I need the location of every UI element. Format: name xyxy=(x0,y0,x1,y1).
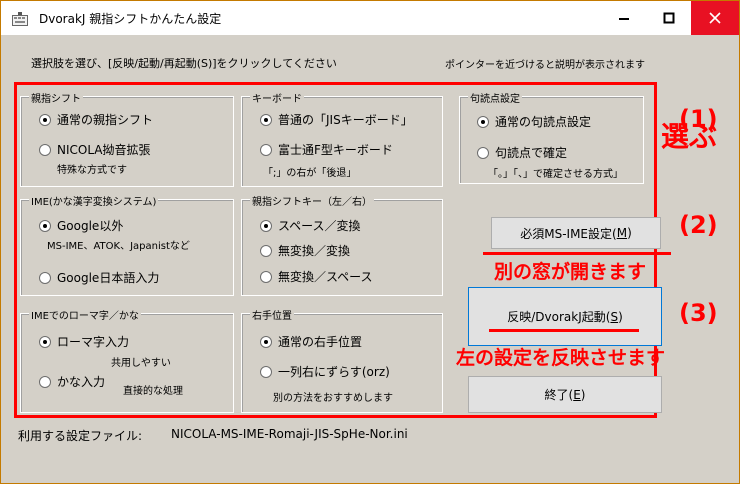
radio-label: 通常の句読点設定 xyxy=(495,115,592,129)
radio-label: 無変換／変換 xyxy=(278,244,351,258)
radio-unselected-icon xyxy=(477,146,489,159)
radio-label: NICOLA拗音拡張 xyxy=(57,143,151,157)
option-note: MS-IME、ATOK、Japanistなど xyxy=(47,241,190,252)
annotation-step2-text: 別の窓が開きます xyxy=(494,261,647,283)
radio-label: 無変換／スペース xyxy=(278,270,373,284)
radio-oyayubi-nicola[interactable]: NICOLA拗音拡張 xyxy=(39,141,151,158)
radio-kana-input[interactable]: かな入力 xyxy=(39,373,105,390)
button-label: 終了( xyxy=(544,388,574,402)
radio-right-hand-shift[interactable]: 一列右にずらす(orz) xyxy=(260,363,390,380)
button-label: 必須MS-IME設定( xyxy=(520,226,617,241)
radio-selected-icon xyxy=(477,115,489,128)
group-legend: IMEでのローマ字／かな xyxy=(29,307,141,322)
radio-selected-icon xyxy=(260,219,272,232)
radio-keyboard-fujitsu[interactable]: 富士通F型キーボード xyxy=(260,141,393,158)
button-label-tail: ) xyxy=(618,309,623,324)
radio-label: スペース／変換 xyxy=(278,219,361,233)
option-note: 別の方法をおすすめします xyxy=(273,393,393,404)
group-legend: 右手位置 xyxy=(250,307,294,322)
radio-label: 一列右にずらす(orz) xyxy=(278,365,390,379)
instruction-text: 選択肢を選び、[反映/起動/再起動(S)]をクリックしてください xyxy=(31,57,337,70)
radio-ime-google[interactable]: Google日本語入力 xyxy=(39,269,159,286)
radio-romaji-input[interactable]: ローマ字入力 xyxy=(39,333,129,350)
group-legend: IME(かな漢字変換システム) xyxy=(29,193,159,208)
close-icon xyxy=(709,12,721,24)
config-file-label: 利用する設定ファイル: xyxy=(18,429,143,443)
radio-unselected-icon xyxy=(260,244,272,257)
group-legend: キーボード xyxy=(250,90,304,105)
option-note: 「。」「、」で確定させる方式」 xyxy=(488,169,623,180)
radio-kutouten-normal[interactable]: 通常の句読点設定 xyxy=(477,113,591,130)
radio-unselected-icon xyxy=(39,271,51,284)
window-title: DvorakJ 親指シフトかんたん設定 xyxy=(39,12,222,26)
radio-label: ローマ字入力 xyxy=(57,335,130,349)
radio-unselected-icon xyxy=(39,375,51,388)
radio-unselected-icon xyxy=(260,143,272,156)
exit-button[interactable]: 終了(E) xyxy=(468,376,662,413)
annotation-step3-text: 左の設定を反映させます xyxy=(456,347,666,369)
apply-launch-button[interactable]: 反映/DvorakJ起動(S) xyxy=(468,287,662,346)
button-label-tail: ) xyxy=(627,226,632,240)
maximize-button[interactable] xyxy=(646,1,691,35)
radio-selected-icon xyxy=(39,219,51,232)
annotation-underline xyxy=(489,329,639,332)
radio-ime-other[interactable]: Google以外 xyxy=(39,217,123,234)
button-label: 反映/DvorakJ起動( xyxy=(507,310,611,324)
option-note: 「;」の右が「後退」 xyxy=(263,168,357,179)
annotation-underline xyxy=(483,252,671,255)
radio-selected-icon xyxy=(39,335,51,348)
radio-keyboard-jis[interactable]: 普通の「JISキーボード」 xyxy=(260,111,413,128)
radio-right-hand-normal[interactable]: 通常の右手位置 xyxy=(260,333,362,350)
radio-unselected-icon xyxy=(39,143,51,156)
hint-text: ポインターを近づけると説明が表示されます xyxy=(445,60,645,71)
radio-unselected-icon xyxy=(260,365,272,378)
button-mnemonic: M xyxy=(616,226,628,240)
radio-label: 普通の「JISキーボード」 xyxy=(278,113,413,127)
radio-selected-icon xyxy=(260,113,272,126)
button-label-tail: ) xyxy=(580,387,586,402)
radio-key-muhenkan-henkan[interactable]: 無変換／変換 xyxy=(260,242,350,259)
title-bar: DvorakJ 親指シフトかんたん設定 xyxy=(1,1,739,35)
group-legend: 親指シフト xyxy=(29,90,83,105)
app-icon xyxy=(12,11,28,26)
annotation-step1-text: 選ぶ xyxy=(661,120,718,153)
option-note: 特殊な方式です xyxy=(57,165,127,176)
ms-ime-settings-button[interactable]: 必須MS-IME設定(M) xyxy=(491,217,661,249)
group-legend: 句読点設定 xyxy=(468,90,522,105)
main-window: DvorakJ 親指シフトかんたん設定 選択肢を選び、[反映/起動/再起動(S)… xyxy=(0,0,740,484)
minimize-icon xyxy=(618,18,629,20)
radio-selected-icon xyxy=(39,113,51,126)
config-file-name: NICOLA-MS-IME-Romaji-JIS-SpHe-Nor.ini xyxy=(171,427,408,441)
radio-oyayubi-normal[interactable]: 通常の親指シフト xyxy=(39,111,153,128)
radio-label: 通常の右手位置 xyxy=(278,335,363,349)
radio-label: かな入力 xyxy=(57,375,106,389)
annotation-step2: (2) xyxy=(679,211,718,239)
close-button[interactable] xyxy=(691,1,739,35)
radio-label: Google日本語入力 xyxy=(57,271,160,285)
radio-key-space-henkan[interactable]: スペース／変換 xyxy=(260,217,361,234)
radio-kutouten-confirm[interactable]: 句読点で確定 xyxy=(477,144,567,161)
radio-label: 句読点で確定 xyxy=(495,146,568,160)
radio-label: 通常の親指シフト xyxy=(57,113,154,127)
group-legend: 親指シフトキー（左／右） xyxy=(250,193,374,208)
button-mnemonic: S xyxy=(610,309,619,324)
option-note: 共用しやすい xyxy=(111,358,171,369)
minimize-button[interactable] xyxy=(601,1,646,35)
radio-key-muhenkan-space[interactable]: 無変換／スペース xyxy=(260,268,373,285)
radio-selected-icon xyxy=(260,335,272,348)
radio-label: Google以外 xyxy=(57,219,124,233)
radio-label: 富士通F型キーボード xyxy=(278,143,393,157)
annotation-step3: (3) xyxy=(679,299,718,327)
button-mnemonic: E xyxy=(573,387,581,402)
maximize-icon xyxy=(663,12,674,24)
radio-unselected-icon xyxy=(260,270,272,283)
option-note: 直接的な処理 xyxy=(123,386,183,397)
